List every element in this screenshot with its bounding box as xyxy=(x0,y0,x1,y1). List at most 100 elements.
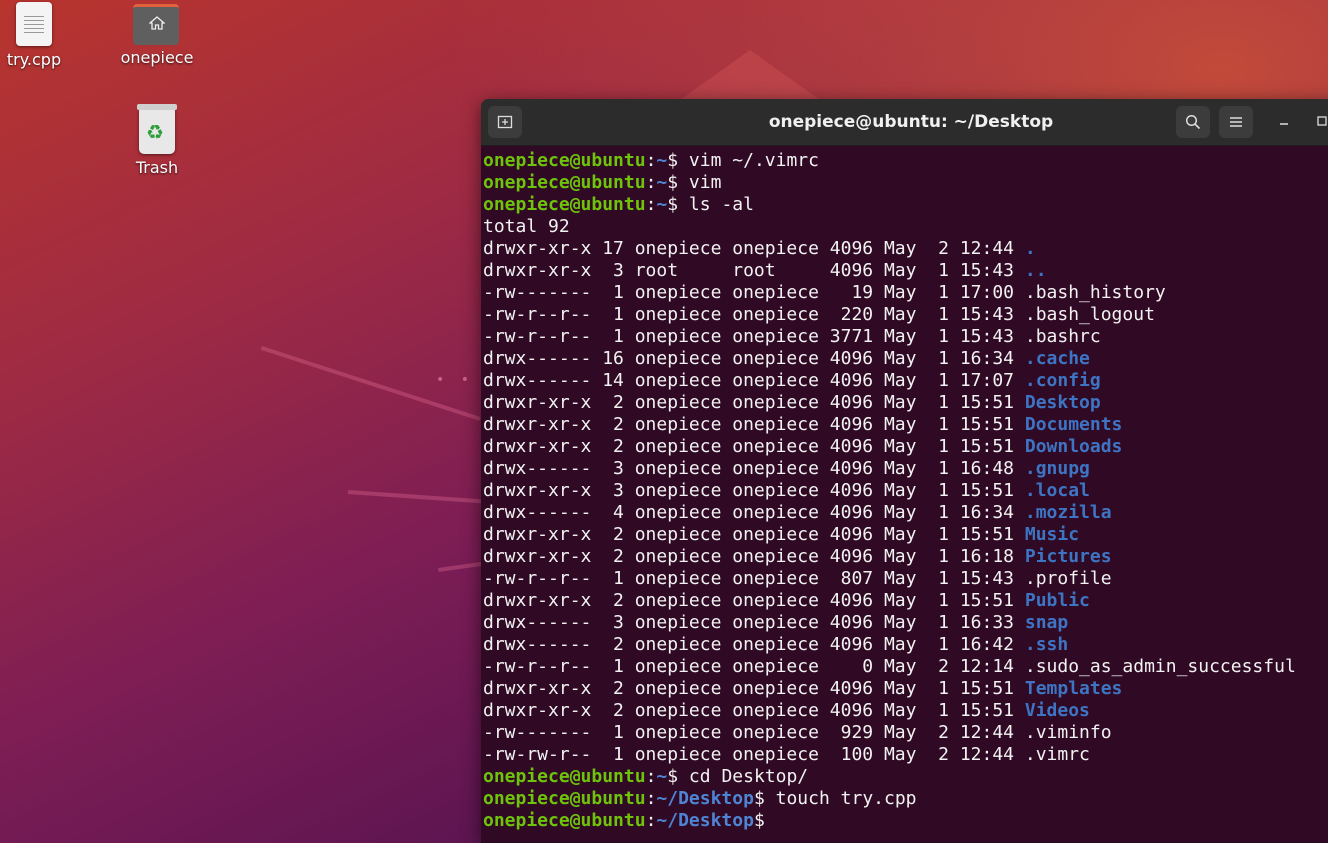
listing-meta: drwxr-xr-x 2 onepiece onepiece 4096 May … xyxy=(483,436,1025,457)
prompt-line: onepiece@ubuntu:~$ vim xyxy=(483,172,1328,194)
listing-meta: drwxr-xr-x 2 onepiece onepiece 4096 May … xyxy=(483,678,1025,699)
listing-meta: drwxr-xr-x 17 onepiece onepiece 4096 May… xyxy=(483,238,1025,259)
listing-meta: drwxr-xr-x 3 root root 4096 May 1 15:43 xyxy=(483,260,1025,281)
directory-name: Pictures xyxy=(1024,546,1112,567)
prompt-line: onepiece@ubuntu:~$ vim ~/.vimrc xyxy=(483,150,1328,172)
prompt-separator: : xyxy=(645,788,657,809)
command-text: ls -al xyxy=(678,194,754,215)
prompt-symbol: $ xyxy=(753,810,765,831)
directory-name: Music xyxy=(1024,524,1080,545)
listing-meta: drwx------ 14 onepiece onepiece 4096 May… xyxy=(483,370,1025,391)
terminal-window[interactable]: onepiece@ubuntu: ~/Desktop onepiece@ubun… xyxy=(481,99,1328,843)
command-text: cd Desktop/ xyxy=(678,766,809,787)
desktop-icon-home-folder[interactable]: onepiece xyxy=(107,4,207,67)
prompt-separator: : xyxy=(645,810,657,831)
desktop-icon-trash[interactable]: ♻ Trash xyxy=(107,104,207,177)
listing-row: drwx------ 14 onepiece onepiece 4096 May… xyxy=(483,370,1328,392)
output-text: total 92 xyxy=(483,216,570,237)
file-name: .sudo_as_admin_successful xyxy=(1024,656,1296,677)
listing-meta: drwx------ 4 onepiece onepiece 4096 May … xyxy=(483,502,1025,523)
listing-meta: drwxr-xr-x 2 onepiece onepiece 4096 May … xyxy=(483,392,1025,413)
directory-name: .local xyxy=(1024,480,1090,501)
prompt-path: ~ xyxy=(656,766,668,787)
listing-meta: drwxr-xr-x 2 onepiece onepiece 4096 May … xyxy=(483,524,1025,545)
listing-meta: -rw-r--r-- 1 onepiece onepiece 220 May 1… xyxy=(483,304,1025,325)
listing-meta: drwxr-xr-x 2 onepiece onepiece 4096 May … xyxy=(483,590,1025,611)
directory-name: . xyxy=(1024,238,1036,259)
prompt-user: onepiece@ubuntu xyxy=(483,194,646,215)
listing-row: -rw-r--r-- 1 onepiece onepiece 3771 May … xyxy=(483,326,1328,348)
prompt-path: ~ xyxy=(656,172,668,193)
directory-name: snap xyxy=(1024,612,1069,633)
listing-meta: -rw-r--r-- 1 onepiece onepiece 3771 May … xyxy=(483,326,1025,347)
listing-row: drwxr-xr-x 2 onepiece onepiece 4096 May … xyxy=(483,590,1328,612)
listing-row: drwxr-xr-x 2 onepiece onepiece 4096 May … xyxy=(483,700,1328,722)
menu-button[interactable] xyxy=(1219,106,1253,138)
listing-meta: -rw------- 1 onepiece onepiece 19 May 1 … xyxy=(483,282,1025,303)
command-text xyxy=(765,810,776,831)
prompt-line: onepiece@ubuntu:~$ ls -al xyxy=(483,194,1328,216)
listing-meta: drwx------ 2 onepiece onepiece 4096 May … xyxy=(483,634,1025,655)
minimize-button[interactable] xyxy=(1269,107,1299,137)
prompt-user: onepiece@ubuntu xyxy=(483,172,646,193)
prompt-path: ~ xyxy=(656,194,668,215)
directory-name: Desktop xyxy=(1024,392,1101,413)
listing-meta: drwx------ 3 onepiece onepiece 4096 May … xyxy=(483,612,1025,633)
command-text: vim xyxy=(678,172,722,193)
listing-meta: -rw-rw-r-- 1 onepiece onepiece 100 May 2… xyxy=(483,744,1025,765)
text-file-icon xyxy=(16,2,52,46)
desktop-icon-try-cpp[interactable]: try.cpp xyxy=(0,2,84,69)
listing-row: drwxr-xr-x 17 onepiece onepiece 4096 May… xyxy=(483,238,1328,260)
listing-row: -rw-r--r-- 1 onepiece onepiece 807 May 1… xyxy=(483,568,1328,590)
terminal-titlebar[interactable]: onepiece@ubuntu: ~/Desktop xyxy=(481,99,1328,146)
prompt-path: ~/Desktop xyxy=(656,788,754,809)
prompt-symbol: $ xyxy=(667,766,679,787)
prompt-symbol: $ xyxy=(667,194,679,215)
listing-row: -rw-rw-r-- 1 onepiece onepiece 100 May 2… xyxy=(483,744,1328,766)
file-name: .viminfo xyxy=(1024,722,1112,743)
trash-icon: ♻ xyxy=(137,104,177,154)
maximize-icon xyxy=(1317,116,1327,126)
listing-row: drwxr-xr-x 2 onepiece onepiece 4096 May … xyxy=(483,392,1328,414)
hamburger-menu-icon xyxy=(1230,117,1242,127)
listing-row: drwx------ 3 onepiece onepiece 4096 May … xyxy=(483,458,1328,480)
prompt-user: onepiece@ubuntu xyxy=(483,150,646,171)
prompt-path: ~ xyxy=(656,150,668,171)
listing-row: -rw-r--r-- 1 onepiece onepiece 0 May 2 1… xyxy=(483,656,1328,678)
directory-name: .ssh xyxy=(1024,634,1069,655)
desktop-icon-label: Trash xyxy=(135,158,179,177)
listing-row: -rw------- 1 onepiece onepiece 19 May 1 … xyxy=(483,282,1328,304)
listing-row: drwx------ 4 onepiece onepiece 4096 May … xyxy=(483,502,1328,524)
maximize-button[interactable] xyxy=(1307,107,1328,137)
listing-meta: -rw-r--r-- 1 onepiece onepiece 0 May 2 1… xyxy=(483,656,1025,677)
directory-name: Videos xyxy=(1024,700,1090,721)
file-name: .bash_history xyxy=(1024,282,1166,303)
directory-name: Templates xyxy=(1024,678,1123,699)
directory-name: .config xyxy=(1024,370,1101,391)
directory-name: .gnupg xyxy=(1024,458,1090,479)
listing-meta: drwx------ 3 onepiece onepiece 4096 May … xyxy=(483,458,1025,479)
listing-row: -rw-r--r-- 1 onepiece onepiece 220 May 1… xyxy=(483,304,1328,326)
prompt-user: onepiece@ubuntu xyxy=(483,766,646,787)
file-name: .vimrc xyxy=(1024,744,1090,765)
prompt-symbol: $ xyxy=(667,150,679,171)
desktop-icon-label: onepiece xyxy=(120,48,194,67)
wallpaper-streak xyxy=(347,490,488,504)
prompt-separator: : xyxy=(645,194,657,215)
command-text: touch try.cpp xyxy=(764,788,917,809)
search-button[interactable] xyxy=(1176,106,1210,138)
listing-meta: drwxr-xr-x 3 onepiece onepiece 4096 May … xyxy=(483,480,1025,501)
listing-row: drwxr-xr-x 3 onepiece onepiece 4096 May … xyxy=(483,480,1328,502)
prompt-separator: : xyxy=(645,766,657,787)
desktop-icon-label: try.cpp xyxy=(6,50,62,69)
output-line: total 92 xyxy=(483,216,1328,238)
directory-name: Downloads xyxy=(1024,436,1123,457)
prompt-line: onepiece@ubuntu:~$ cd Desktop/ xyxy=(483,766,1328,788)
directory-name: Public xyxy=(1024,590,1090,611)
terminal-output[interactable]: onepiece@ubuntu:~$ vim ~/.vimrc onepiece@… xyxy=(481,146,1328,832)
file-name: .bashrc xyxy=(1024,326,1101,347)
listing-row: drwx------ 16 onepiece onepiece 4096 May… xyxy=(483,348,1328,370)
listing-row: -rw------- 1 onepiece onepiece 929 May 2… xyxy=(483,722,1328,744)
listing-row: drwxr-xr-x 2 onepiece onepiece 4096 May … xyxy=(483,546,1328,568)
listing-meta: -rw-r--r-- 1 onepiece onepiece 807 May 1… xyxy=(483,568,1025,589)
